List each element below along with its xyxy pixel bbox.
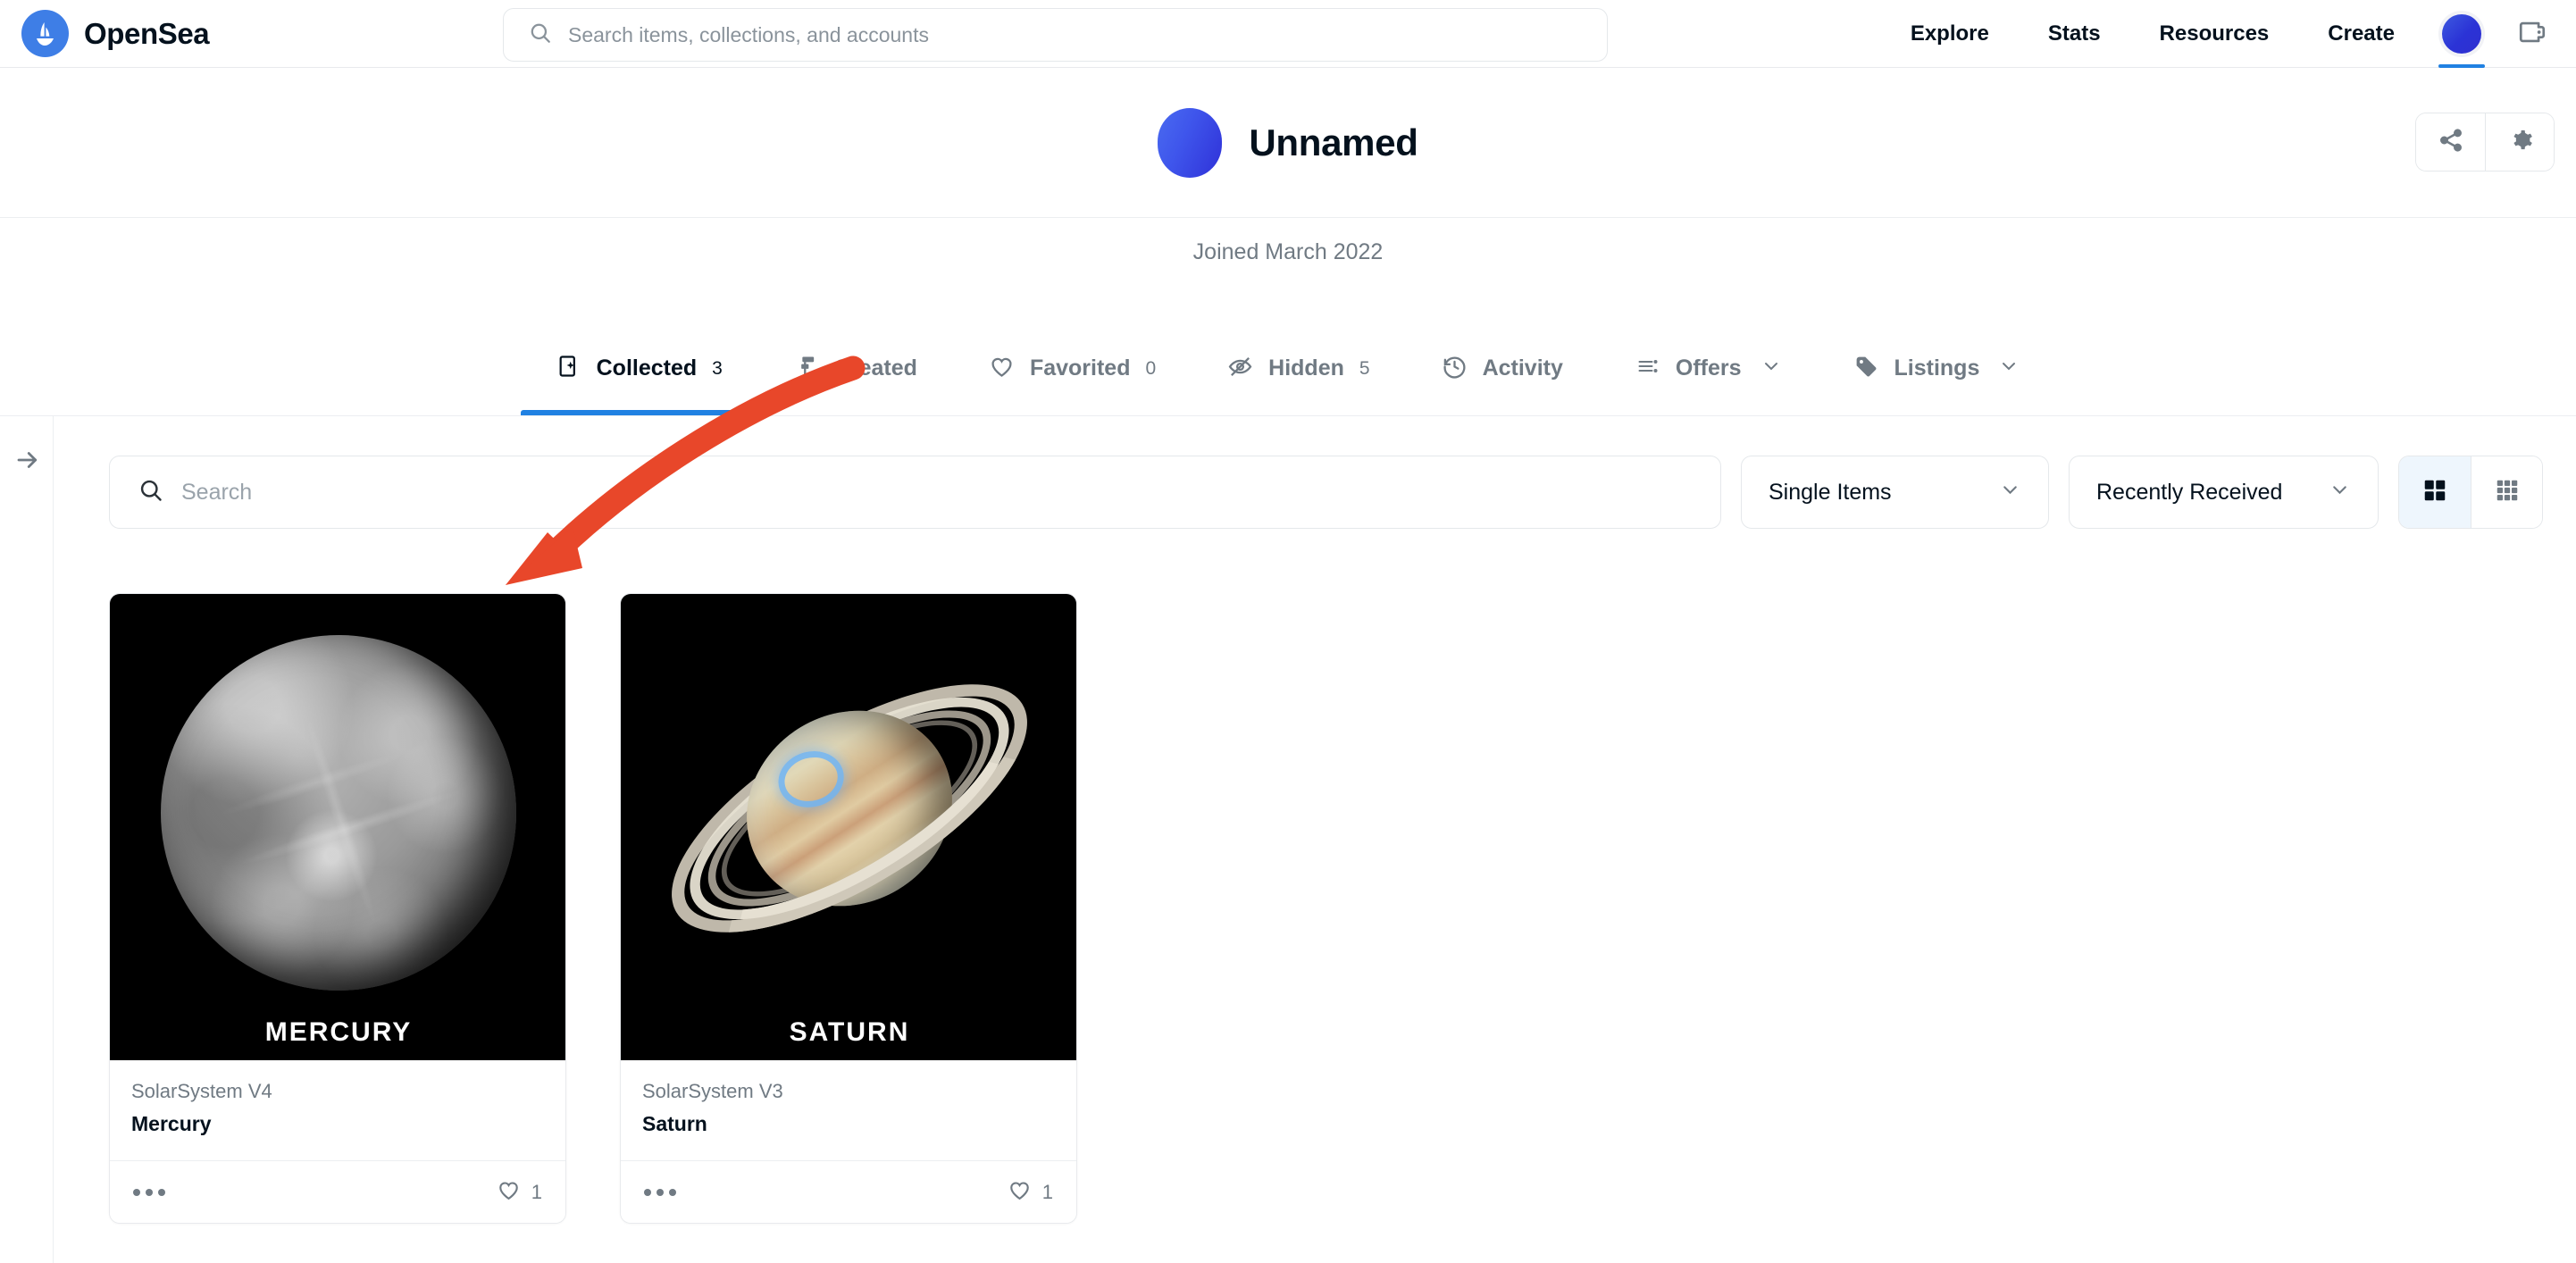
tab-activity[interactable]: Activity	[1406, 322, 1599, 415]
nft-card-grid: MERCURY SolarSystem V4 Mercury 1	[109, 593, 1077, 1224]
top-navigation-bar: OpenSea Search items, collections, and a…	[0, 0, 2576, 68]
global-search-placeholder: Search items, collections, and accounts	[568, 23, 929, 47]
tab-listings[interactable]: Listings	[1818, 322, 2056, 415]
mercury-sphere	[161, 635, 516, 991]
nft-card[interactable]: MERCURY SolarSystem V4 Mercury 1	[109, 593, 566, 1224]
gear-icon	[2506, 126, 2534, 158]
settings-button[interactable]	[2485, 113, 2554, 171]
saturn-aurora	[773, 744, 851, 815]
collection-filter-bar: Search Single Items Recently Received	[109, 455, 2555, 530]
tab-hidden-count: 5	[1359, 358, 1370, 380]
tab-offers-label: Offers	[1676, 355, 1742, 381]
wallet-icon	[2517, 17, 2547, 52]
search-icon	[529, 21, 552, 49]
wallet-button[interactable]	[2501, 0, 2563, 68]
heart-icon	[497, 1178, 521, 1207]
chevron-down-icon	[1999, 479, 2021, 506]
nft-item-name: Mercury	[131, 1112, 544, 1136]
tab-created-label: Created	[834, 355, 917, 381]
heart-icon	[1008, 1178, 1032, 1207]
tab-collected-count: 3	[712, 358, 723, 380]
account-menu-button[interactable]	[2424, 0, 2499, 68]
tab-offers[interactable]: Offers	[1599, 322, 1818, 415]
media-caption: SATURN	[621, 1017, 1077, 1048]
like-count: 1	[1042, 1181, 1053, 1204]
more-options-icon[interactable]	[133, 1189, 165, 1196]
arrow-right-icon	[14, 447, 41, 478]
grid-3x3-icon	[2494, 477, 2521, 508]
brand-home-link[interactable]: OpenSea	[21, 10, 209, 57]
nav-link-stats[interactable]: Stats	[2019, 0, 2130, 68]
filter-sidebar-rail	[0, 416, 54, 1263]
items-search-placeholder: Search	[181, 480, 252, 506]
chevron-down-icon	[1761, 355, 1782, 381]
nav-link-explore[interactable]: Explore	[1881, 0, 2019, 68]
view-mode-toggle	[2398, 456, 2543, 529]
share-icon	[2438, 127, 2464, 158]
view-grid-small-button[interactable]	[2471, 456, 2542, 528]
grid-2x2-icon	[2421, 477, 2448, 508]
collected-icon	[556, 354, 581, 383]
profile-action-group	[2415, 113, 2555, 171]
global-search-input[interactable]: Search items, collections, and accounts	[503, 8, 1608, 62]
tab-favorited-count: 0	[1145, 358, 1156, 380]
nft-card-body: SolarSystem V4 Mercury	[110, 1060, 565, 1160]
profile-tabs: Collected 3 Created Favorited 0	[0, 322, 2576, 416]
mercury-planet-image[interactable]: MERCURY	[110, 594, 566, 1060]
heart-icon	[989, 354, 1015, 384]
tab-active-underline	[521, 410, 758, 415]
nav-link-create[interactable]: Create	[2298, 0, 2424, 68]
expand-sidebar-button[interactable]	[9, 443, 46, 481]
sort-dropdown[interactable]: Recently Received	[2069, 456, 2379, 529]
profile-blob-avatar-icon[interactable]	[1158, 108, 1222, 178]
eye-off-icon	[1227, 354, 1253, 384]
like-count: 1	[531, 1181, 542, 1204]
page-title: Unnamed	[1249, 121, 1418, 164]
primary-nav-links: Explore Stats Resources Create	[1881, 0, 2424, 68]
tab-favorited-label: Favorited	[1030, 355, 1131, 381]
tag-icon	[1853, 354, 1879, 384]
nft-card-footer: 1	[110, 1160, 565, 1223]
search-icon	[138, 478, 163, 507]
nft-collection-name: SolarSystem V4	[131, 1080, 544, 1103]
tab-created[interactable]: Created	[758, 322, 953, 415]
sort-value: Recently Received	[2096, 480, 2282, 506]
profile-header: Unnamed	[0, 68, 2576, 218]
more-options-icon[interactable]	[644, 1189, 676, 1196]
like-group[interactable]: 1	[497, 1178, 542, 1207]
chevron-down-icon	[2329, 479, 2351, 506]
opensea-profile-page: OpenSea Search items, collections, and a…	[0, 0, 2576, 1263]
like-group[interactable]: 1	[1008, 1178, 1053, 1207]
tab-activity-label: Activity	[1483, 355, 1563, 381]
nft-item-name: Saturn	[642, 1112, 1055, 1136]
joined-date: Joined March 2022	[0, 239, 2576, 265]
profile-identity: Unnamed	[0, 68, 2576, 218]
clock-icon	[1442, 354, 1468, 384]
nft-card-footer: 1	[621, 1160, 1076, 1223]
nft-collection-name: SolarSystem V3	[642, 1080, 1055, 1103]
view-grid-large-button[interactable]	[2399, 456, 2471, 528]
tab-collected-label: Collected	[597, 355, 698, 381]
saturn-planet-image[interactable]: SATURN	[621, 594, 1077, 1060]
media-caption: MERCURY	[110, 1017, 566, 1048]
tab-hidden[interactable]: Hidden 5	[1192, 322, 1405, 415]
tab-collected[interactable]: Collected 3	[521, 322, 758, 415]
created-stamp-icon	[794, 354, 819, 383]
nft-card-body: SolarSystem V3 Saturn	[621, 1060, 1076, 1160]
list-icon	[1635, 355, 1660, 381]
items-search-input[interactable]: Search	[109, 456, 1721, 529]
tab-favorited[interactable]: Favorited 0	[953, 322, 1192, 415]
item-type-value: Single Items	[1769, 480, 1892, 506]
tab-listings-label: Listings	[1894, 355, 1980, 381]
opensea-sailboat-icon	[21, 10, 69, 57]
nft-card[interactable]: SATURN SolarSystem V3 Saturn 1	[620, 593, 1077, 1224]
chevron-down-icon	[1998, 355, 2020, 381]
profile-avatar-icon	[2442, 14, 2481, 54]
tab-hidden-label: Hidden	[1268, 355, 1344, 381]
nav-link-resources[interactable]: Resources	[2130, 0, 2299, 68]
saturn-sphere	[621, 594, 1077, 1060]
brand-wordmark: OpenSea	[84, 17, 209, 51]
item-type-dropdown[interactable]: Single Items	[1741, 456, 2049, 529]
share-button[interactable]	[2416, 113, 2485, 171]
